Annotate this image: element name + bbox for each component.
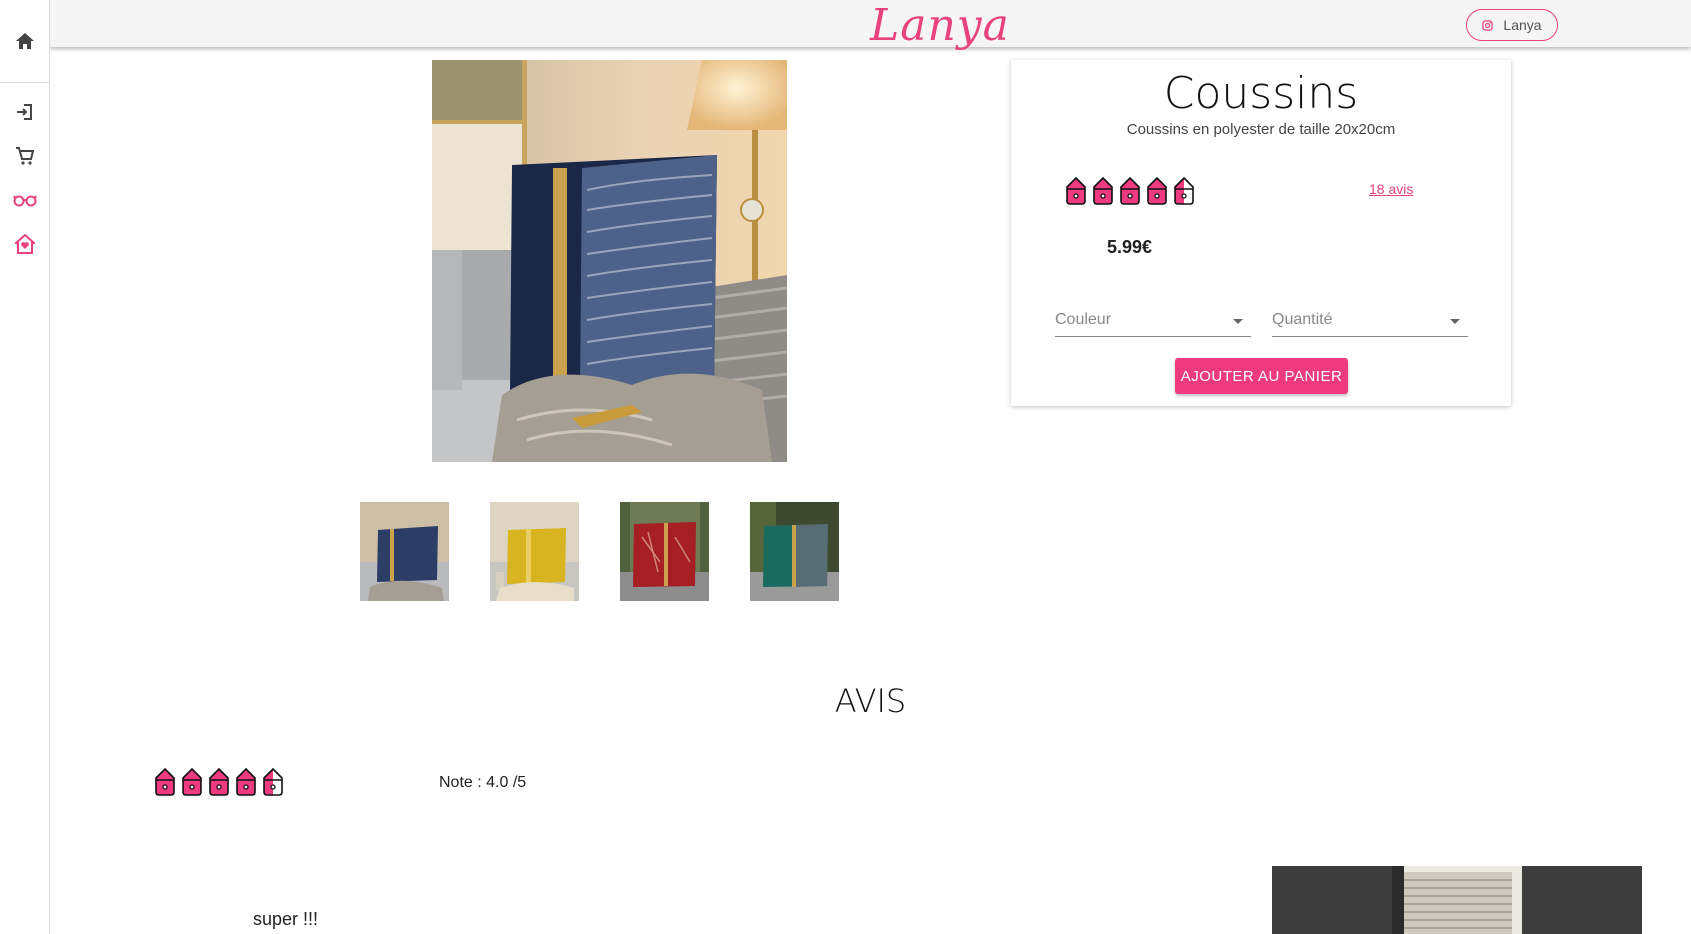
quantity-select[interactable]: Quantité: [1272, 303, 1468, 337]
instagram-label: Lanya: [1503, 17, 1542, 33]
rating-bag-icon: [155, 767, 175, 796]
rating-bag-icon: [209, 767, 229, 796]
glasses-icon: [13, 195, 37, 207]
instagram-button[interactable]: Lanya: [1466, 9, 1558, 41]
rating-bag-icon: [263, 767, 283, 796]
rating-bag-icon: [1120, 176, 1140, 205]
rating-bag-icon: [182, 767, 202, 796]
instagram-icon: [1482, 19, 1494, 31]
review-text: super !!!: [253, 909, 319, 929]
review-photo: [1272, 866, 1642, 934]
reviews-link[interactable]: 18 avis: [1369, 181, 1413, 197]
house-heart-icon: [15, 234, 35, 254]
thumbnail-green-cushion[interactable]: [750, 502, 839, 601]
wishlist-button[interactable]: [0, 180, 50, 220]
rating-bag-icon: [1093, 176, 1113, 205]
rating-bag-icon: [1174, 176, 1194, 205]
product-description: Coussins en polyester de taille 20x20cm: [1126, 121, 1396, 138]
reviews-section-title: AVIS: [834, 682, 907, 720]
top-bar: Lanya Lanya: [50, 0, 1691, 51]
add-to-cart-button[interactable]: AJOUTER AU PANIER: [1175, 358, 1348, 394]
home-button[interactable]: [0, 0, 50, 83]
thumbnail-red-cushion[interactable]: [620, 502, 709, 601]
rating-bag-icon: [1066, 176, 1086, 205]
brand-logo[interactable]: Lanya: [870, 0, 1010, 52]
quantity-select-placeholder: Quantité: [1272, 311, 1333, 328]
thumbnail-navy-cushion[interactable]: [360, 502, 449, 601]
main-product-image: [432, 60, 787, 462]
login-button[interactable]: [0, 92, 50, 132]
chevron-down-icon: [1233, 319, 1243, 324]
login-icon: [17, 104, 32, 120]
color-select-placeholder: Couleur: [1055, 311, 1112, 328]
product-price: 5.99€: [1107, 237, 1153, 257]
product-rating: [1064, 176, 1196, 206]
cart-icon: [16, 147, 35, 165]
color-select[interactable]: Couleur: [1055, 303, 1251, 337]
review-note: Note : 4.0 /5: [439, 774, 527, 791]
sidebar: [0, 0, 50, 934]
cart-button[interactable]: [0, 136, 50, 176]
rating-bag-icon: [236, 767, 256, 796]
chevron-down-icon: [1450, 319, 1460, 324]
rating-bag-icon: [1147, 176, 1167, 205]
home-icon: [16, 33, 34, 49]
product-title: Coussins: [1163, 68, 1359, 119]
review-rating: [153, 767, 285, 797]
product-card: Coussins Coussins en polyester de taille…: [1011, 60, 1511, 406]
thumbnail-yellow-cushion[interactable]: [490, 502, 579, 601]
favorites-home-button[interactable]: [0, 224, 50, 264]
